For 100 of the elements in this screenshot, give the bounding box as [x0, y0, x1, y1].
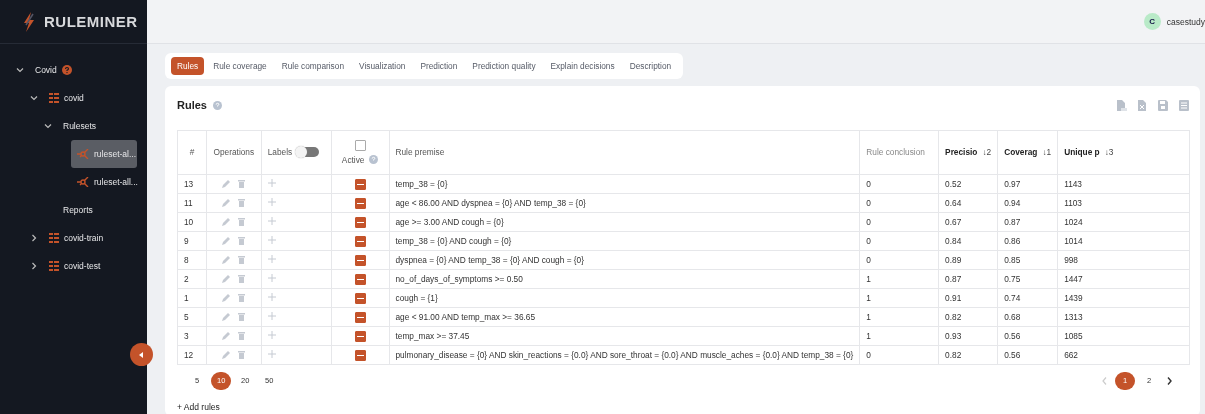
plus-icon[interactable]: [267, 330, 276, 339]
excel-file-icon[interactable]: [1137, 99, 1148, 111]
tree-item[interactable]: ruleset-all...: [71, 173, 144, 191]
card-title: Rules: [177, 99, 207, 112]
tab[interactable]: Prediction quality: [466, 57, 542, 75]
network-icon: [77, 177, 89, 187]
trash-icon[interactable]: [238, 312, 246, 321]
table-cell: 0: [866, 197, 871, 208]
user-avatar[interactable]: C: [1143, 13, 1161, 30]
plus-icon[interactable]: [267, 197, 276, 206]
csv-file-icon[interactable]: [1116, 99, 1127, 111]
help-icon: [369, 155, 379, 165]
caret-left-icon: [139, 351, 144, 358]
select-all-checkbox[interactable]: [354, 139, 366, 151]
table-cell: 0: [866, 235, 871, 246]
tree-item[interactable]: covid-test: [43, 257, 107, 275]
tab[interactable]: Prediction: [414, 57, 464, 75]
tree-item[interactable]: Covid: [29, 61, 78, 79]
active-checkbox[interactable]: [354, 178, 366, 190]
plus-icon[interactable]: [267, 311, 276, 320]
pencil-icon[interactable]: [222, 274, 231, 283]
pencil-icon[interactable]: [222, 198, 231, 207]
table-cell: 1439: [1064, 292, 1083, 303]
active-checkbox[interactable]: [354, 292, 366, 304]
chevron-right-icon: [1167, 376, 1172, 385]
tab[interactable]: Visualization: [353, 57, 412, 75]
active-checkbox[interactable]: [354, 216, 366, 228]
pencil-icon[interactable]: [222, 217, 231, 226]
tab[interactable]: Rules: [171, 57, 205, 75]
plus-icon[interactable]: [267, 178, 276, 187]
save-icon[interactable]: [1158, 99, 1169, 111]
column-header[interactable]: Precisio: [945, 147, 978, 158]
table-cell: 0.68: [1004, 311, 1021, 322]
trash-icon[interactable]: [238, 198, 246, 207]
table-cell: 0.87: [945, 273, 962, 284]
table-cell: 1: [866, 273, 871, 284]
plus-icon[interactable]: [267, 235, 276, 244]
tab[interactable]: Explain decisions: [544, 57, 621, 75]
table-cell: 5: [184, 311, 189, 322]
pencil-icon[interactable]: [222, 331, 231, 340]
add-rules-button[interactable]: + Add rules: [177, 402, 220, 412]
trash-icon[interactable]: [238, 255, 246, 264]
trash-icon[interactable]: [238, 331, 246, 340]
pencil-icon[interactable]: [222, 236, 231, 245]
table-cell: 0.86: [1004, 235, 1021, 246]
tab[interactable]: Rule comparison: [275, 57, 350, 75]
plus-icon[interactable]: [267, 273, 276, 282]
tree-item[interactable]: covid: [43, 89, 90, 107]
active-checkbox[interactable]: [354, 273, 366, 285]
active-checkbox[interactable]: [354, 254, 366, 266]
trash-icon[interactable]: [238, 179, 246, 188]
table-cell: 0.93: [945, 330, 962, 341]
column-header: Active: [341, 154, 365, 165]
table-cell: 0: [866, 254, 871, 265]
list-icon[interactable]: [1179, 99, 1190, 111]
trash-icon[interactable]: [238, 217, 246, 226]
trash-icon[interactable]: [238, 274, 246, 283]
table-cell: 0: [866, 349, 871, 360]
active-checkbox[interactable]: [354, 235, 366, 247]
tab[interactable]: Description: [623, 57, 678, 75]
table-icon: [49, 93, 59, 103]
plus-icon[interactable]: [267, 216, 276, 225]
table-cell: 0.75: [1004, 273, 1021, 284]
plus-icon[interactable]: [267, 292, 276, 301]
table-cell: temp_max >= 37.45: [395, 330, 470, 341]
active-checkbox[interactable]: [354, 311, 366, 323]
table-cell: 1024: [1064, 216, 1083, 227]
tree-item[interactable]: covid-train: [43, 229, 110, 247]
column-header[interactable]: Coverag: [1004, 147, 1038, 158]
labels-toggle[interactable]: [297, 147, 320, 158]
table-cell: pulmonary_disease = {0} AND skin_reactions = {0.0} AND sore_throat = {0.0} AND muscle_aches = {0.0} AND temp_38 = {0}: [395, 349, 854, 360]
table-cell: 1: [184, 292, 189, 303]
tab[interactable]: Rule coverage: [207, 57, 273, 75]
pencil-icon[interactable]: [222, 312, 231, 321]
pencil-icon[interactable]: [222, 179, 231, 188]
pencil-icon[interactable]: [222, 350, 231, 359]
table-cell: 1143: [1064, 178, 1082, 189]
trash-icon[interactable]: [238, 236, 246, 245]
trash-icon[interactable]: [238, 350, 246, 359]
sort-indicator[interactable]: ↓2: [982, 147, 992, 158]
tree-item[interactable]: Rulesets: [57, 117, 103, 135]
sort-indicator[interactable]: ↓3: [1104, 147, 1114, 158]
active-checkbox[interactable]: [354, 330, 366, 342]
trash-icon[interactable]: [238, 293, 246, 302]
plus-icon[interactable]: [267, 349, 276, 358]
active-checkbox[interactable]: [354, 349, 366, 361]
table-cell: 1: [866, 292, 871, 303]
table-cell: 0: [866, 216, 871, 227]
table-cell: 8: [184, 254, 189, 265]
table-icon: [49, 261, 59, 271]
app-logo-text: RULEMINER: [44, 13, 138, 30]
tree-item[interactable]: ruleset-al...: [71, 140, 137, 168]
active-checkbox[interactable]: [354, 197, 366, 209]
pencil-icon[interactable]: [222, 255, 231, 264]
column-header[interactable]: Unique p: [1064, 147, 1100, 158]
table-cell: 0.97: [1004, 178, 1021, 189]
pencil-icon[interactable]: [222, 293, 231, 302]
plus-icon[interactable]: [267, 254, 276, 263]
tree-item[interactable]: Reports: [57, 201, 99, 219]
sort-indicator[interactable]: ↓1: [1042, 147, 1052, 158]
